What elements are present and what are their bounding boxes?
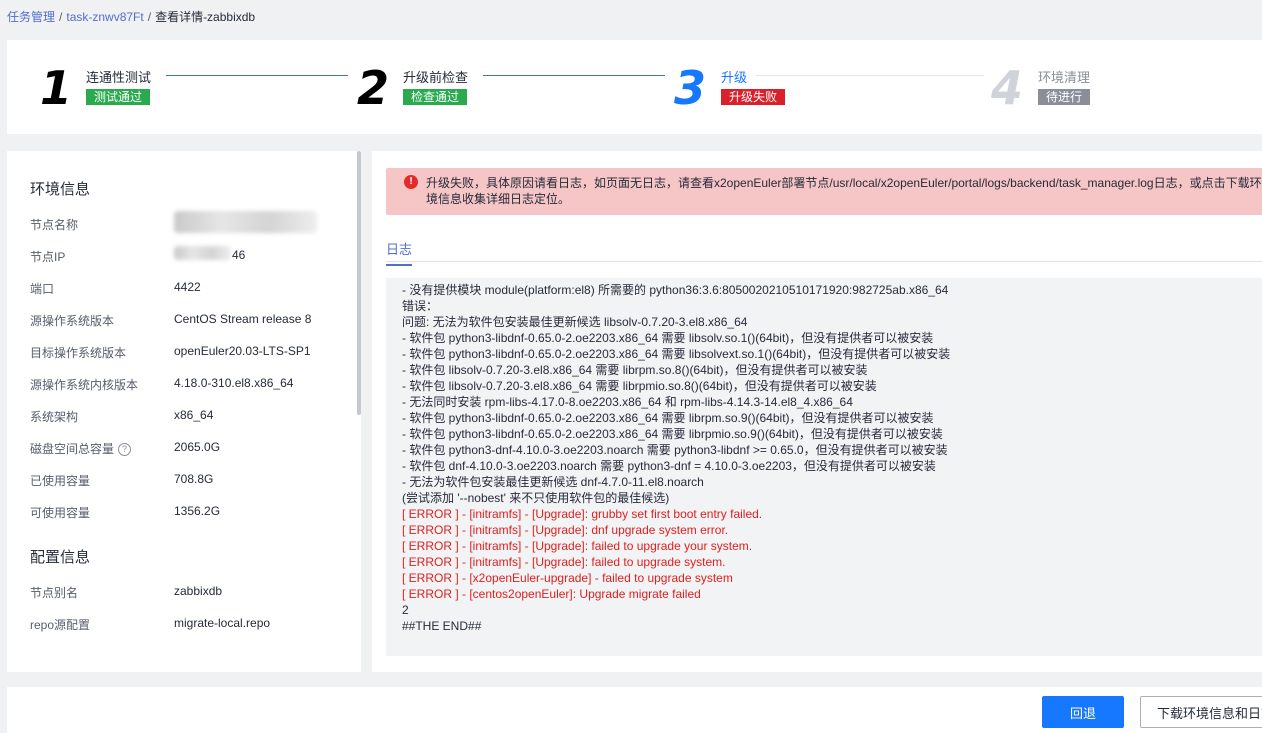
log-line: - 无法为软件包安装最佳更新候选 dnf-4.7.0-11.el8.noarch [402,475,704,489]
config-info-title: 配置信息 [30,549,91,566]
step-number: 1 [40,61,73,115]
log-line-error: [ ERROR ] - [initramfs] - [Upgrade]: dnf… [402,523,729,537]
rollback-button[interactable]: 回退 [1042,696,1124,728]
info-label: 可使用容量 [30,506,91,520]
log-content: - 没有提供模块 module(platform:el8) 所需要的 pytho… [402,282,950,634]
source-os-value: CentOS Stream release 8 [174,312,312,326]
port-value: 4422 [174,280,201,294]
env-info-panel: 环境信息 节点名称 节点IP 46 端口 4422 源操作系统版本 CentOS… [7,151,361,672]
error-alert: ! 升级失败，具体原因请看日志，如页面无日志，请查看x2openEuler部署节… [386,168,1262,215]
log-panel: ! 升级失败，具体原因请看日志，如页面无日志，请查看x2openEuler部署节… [372,151,1262,672]
alert-message: 升级失败，具体原因请看日志，如页面无日志，请查看x2openEuler部署节点/… [426,176,1262,206]
info-label: 节点IP [30,250,66,264]
tab-divider [386,261,1262,262]
left-panel-scrollbar[interactable] [357,151,361,415]
log-line: - 软件包 python3-libdnf-0.65.0-2.oe2203.x86… [402,411,934,425]
info-label: 目标操作系统版本 [30,346,127,360]
breadcrumb-task-management[interactable]: 任务管理 [7,10,55,24]
log-line: (尝试添加 '--nobest' 来不只使用软件包的最佳候选) [402,491,670,505]
log-line: ##THE END## [402,619,482,633]
step-title: 连通性测试 [86,70,152,85]
breadcrumb-task-id[interactable]: task-znwv87Ft [66,10,143,24]
log-line: - 软件包 python3-dnf-4.10.0-3.oe2203.noarch… [402,443,948,457]
env-info-title: 环境信息 [30,181,91,198]
info-label: 源操作系统版本 [30,314,115,328]
node-alias-value: zabbixdb [174,584,223,598]
breadcrumb: 任务管理 / task-znwv87Ft / 查看详情-zabbixdb [7,8,255,25]
step-connector [166,75,348,76]
node-ip-redacted [174,246,231,260]
status-badge: 测试通过 [86,89,151,105]
footer-bar: 回退 下载环境信息和日志 [7,687,1262,733]
log-line: - 没有提供模块 module(platform:el8) 所需要的 pytho… [402,283,949,297]
info-label: 端口 [30,282,55,296]
disk-used-value: 708.8G [174,472,214,486]
step-connector [756,75,984,76]
node-ip-value: 46 [232,248,246,262]
step-number: 2 [357,61,390,115]
breadcrumb-separator: / [147,10,152,24]
log-line: - 软件包 libsolv-0.7.20-3.el8.x86_64 需要 lib… [402,379,877,393]
info-label-text: 磁盘空间总容量 [30,442,115,456]
log-line: - 软件包 dnf-4.10.0-3.oe2203.noarch 需要 pyth… [402,459,936,473]
log-line: - 软件包 python3-libdnf-0.65.0-2.oe2203.x86… [402,347,951,361]
repo-config-value: migrate-local.repo [174,616,271,630]
help-icon[interactable]: ? [118,443,132,457]
download-env-log-button[interactable]: 下载环境信息和日志 [1140,696,1262,728]
disk-total-label: 磁盘空间总容量? [30,440,132,457]
error-icon: ! [404,175,418,189]
node-name-redacted [174,211,317,233]
log-line-error: [ ERROR ] - [initramfs] - [Upgrade]: fai… [402,555,726,569]
log-line-error: [ ERROR ] - [initramfs] - [Upgrade]: gru… [402,507,763,521]
log-viewer[interactable]: - 没有提供模块 module(platform:el8) 所需要的 pytho… [386,278,1262,656]
status-badge: 升级失败 [721,89,786,105]
log-line-error: [ ERROR ] - [x2openEuler-upgrade] - fail… [402,571,733,585]
step-title: 升级 [721,70,748,85]
step-connector [483,75,665,76]
status-badge: 检查通过 [403,89,468,105]
step-number: 4 [991,61,1024,115]
disk-total-value: 2065.0G [174,440,221,454]
target-os-value: openEuler20.03-LTS-SP1 [174,344,311,358]
log-line: 2 [402,603,409,617]
step-title: 升级前检查 [403,70,469,85]
log-line: 问题: 无法为软件包安装最佳更新候选 libsolv-0.7.20-3.el8.… [402,315,748,329]
log-line: - 无法同时安装 rpm-libs-4.17.0-8.oe2203.x86_64… [402,395,853,409]
log-line: - 软件包 python3-libdnf-0.65.0-2.oe2203.x86… [402,331,934,345]
disk-free-value: 1356.2G [174,504,221,518]
info-label: 节点名称 [30,218,79,232]
step-title: 环境清理 [1038,70,1091,85]
info-label: repo源配置 [30,618,91,632]
log-line-error: [ ERROR ] - [centos2openEuler]: Upgrade … [402,587,701,601]
info-label: 系统架构 [30,410,79,424]
breadcrumb-current: 查看详情-zabbixdb [155,10,256,24]
log-line: - 软件包 libsolv-0.7.20-3.el8.x86_64 需要 lib… [402,363,868,377]
log-line: 错误： [402,299,439,313]
log-line: - 软件包 python3-libdnf-0.65.0-2.oe2203.x86… [402,427,943,441]
status-badge: 待进行 [1038,89,1091,105]
progress-steps: 1 连通性测试 测试通过 2 升级前检查 检查通过 3 升级 升级失败 4 环境… [7,40,1262,134]
breadcrumb-separator: / [59,10,63,24]
log-line-error: [ ERROR ] - [initramfs] - [Upgrade]: fai… [402,539,753,553]
arch-value: x86_64 [174,408,214,422]
step-number: 3 [674,61,707,115]
info-label: 节点别名 [30,586,79,600]
info-label: 源操作系统内核版本 [30,378,139,392]
kernel-version-value: 4.18.0-310.el8.x86_64 [174,376,294,390]
info-label: 已使用容量 [30,474,91,488]
